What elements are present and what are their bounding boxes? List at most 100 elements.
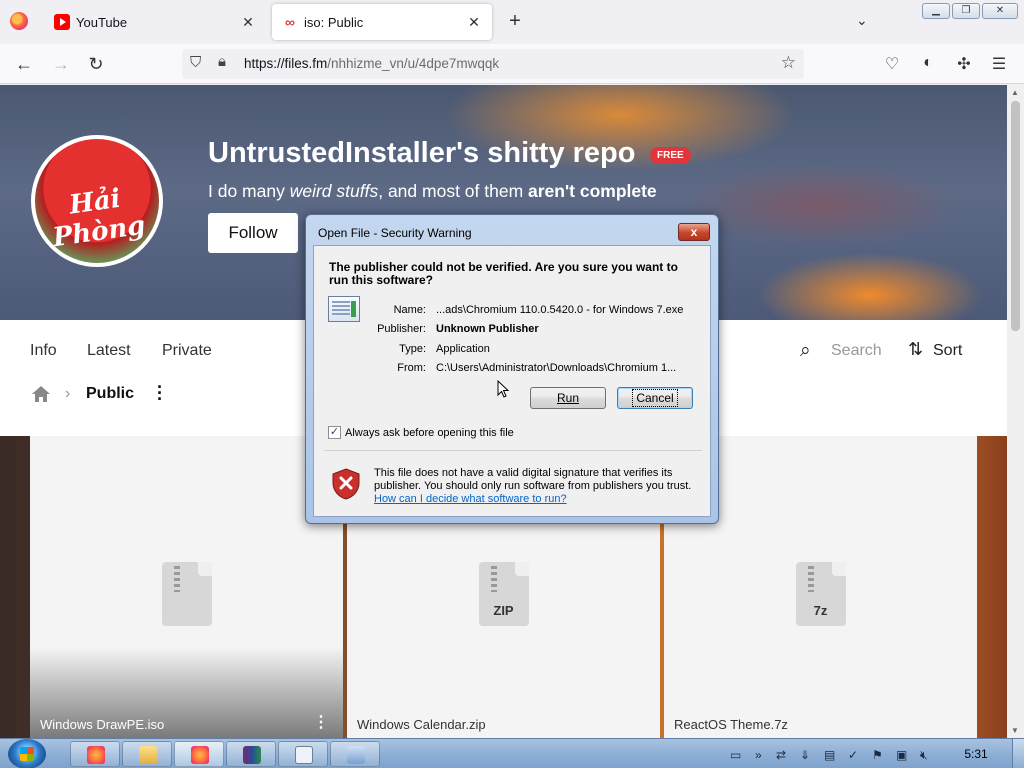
flag-icon[interactable]: ⚑ [872, 748, 883, 762]
cancel-button[interactable]: Cancel [617, 387, 693, 409]
field-value: Unknown Publisher [436, 323, 539, 335]
dialog-close-button[interactable]: x [678, 223, 710, 241]
more-options-icon[interactable]: · · · [155, 378, 165, 408]
file-name[interactable]: Windows DrawPE.iso [40, 717, 164, 732]
search-icon[interactable]: ⌕ [800, 340, 811, 362]
tagline-bold: aren't complete [528, 181, 657, 201]
avatar[interactable]: Hải Phòng [31, 135, 163, 267]
security-icon[interactable]: ✓ [848, 748, 858, 762]
archive-icon [243, 746, 261, 764]
chevron-right-icon: › [65, 385, 71, 402]
taskbar-firefox[interactable] [70, 741, 120, 767]
firefox-icon [87, 746, 105, 764]
home-icon[interactable] [31, 384, 51, 404]
field-value: C:\Users\Administrator\Downloads\Chromiu… [436, 362, 677, 374]
more-options-icon[interactable]: ⋮ [313, 712, 329, 732]
breadcrumb[interactable]: Public [86, 385, 134, 403]
list-tabs-icon[interactable]: ⌄ [856, 12, 868, 29]
display-icon[interactable]: ▣ [896, 748, 907, 762]
security-warning-dialog: Open File - Security Warning x The publi… [305, 214, 719, 524]
taskbar-explorer[interactable] [122, 741, 172, 767]
firefox-icon[interactable] [10, 12, 28, 30]
field-label: Name: [393, 304, 426, 316]
always-ask-checkbox[interactable]: ✓ [328, 426, 341, 439]
field-value: ...ads\Chromium 110.0.5420.0 - for Windo… [436, 304, 684, 316]
file-name[interactable]: ReactOS Theme.7z [674, 717, 788, 732]
back-icon[interactable]: ← [13, 53, 35, 75]
dialog-body: The publisher could not be verified. Are… [313, 245, 711, 517]
follow-button[interactable]: Follow [208, 213, 298, 253]
url-text: https://files.fm/nhhizme_vn/u/4dpe7mwqqk [244, 56, 499, 71]
tab-label: iso: Public [304, 14, 364, 30]
new-tab-button[interactable]: + [505, 10, 525, 33]
file-card[interactable]: Windows DrawPE.iso ⋮ [30, 436, 343, 738]
help-link[interactable]: How can I decide what software to run? [374, 493, 567, 505]
url-path: /nhhizme_vn/u/4dpe7mwqqk [327, 56, 500, 71]
file-name[interactable]: Windows Calendar.zip [357, 717, 486, 732]
scrollbar-thumb[interactable] [1011, 101, 1020, 331]
desktop-icon[interactable]: ▭ [730, 748, 741, 762]
taskbar-notepad[interactable] [278, 741, 328, 767]
page-title: UntrustedInstaller's shitty repo [208, 137, 636, 169]
address-bar[interactable]: ⛉ 🔒︎ https://files.fm/nhhizme_vn/u/4dpe7… [182, 49, 804, 79]
firefox-icon [191, 746, 209, 764]
scroll-down-icon[interactable]: ▼ [1011, 726, 1019, 735]
field-label: Type: [399, 343, 426, 355]
tab-latest[interactable]: Latest [87, 342, 131, 360]
taskbar-winrar[interactable] [226, 741, 276, 767]
taskbar-firefox-active[interactable] [174, 741, 224, 767]
menu-icon[interactable]: ☰ [989, 54, 1009, 74]
warning-text-block: This file does not have a valid digital … [374, 467, 694, 506]
warning-message: This file does not have a valid digital … [374, 467, 692, 492]
lock-icon[interactable]: 🔒︎ [218, 53, 226, 70]
start-button[interactable] [8, 739, 46, 768]
sort-button[interactable]: Sort [933, 342, 962, 360]
close-window-button[interactable]: ✕ [982, 3, 1018, 19]
tagline-part: , and most of them [378, 181, 529, 201]
volume-muted-icon[interactable]: 🔇︎ [920, 748, 928, 763]
tab-youtube[interactable]: YouTube ✕ [44, 4, 266, 40]
bookmark-star-icon[interactable]: ☆ [781, 53, 796, 73]
close-tab-icon[interactable]: ✕ [466, 14, 482, 31]
restore-button[interactable]: ❐ [952, 3, 980, 19]
scroll-up-icon[interactable]: ▲ [1011, 88, 1019, 97]
run-button[interactable]: Run [530, 387, 606, 409]
tracking-protection-icon[interactable]: ⛉ [190, 54, 201, 71]
clock[interactable]: 5:31 [956, 747, 996, 761]
shield-warning-icon [332, 468, 360, 500]
status-badge: FREE [650, 147, 691, 164]
chevron-right-icon[interactable]: » [755, 748, 762, 762]
field-label: From: [397, 362, 426, 374]
checkbox-label[interactable]: Always ask before opening this file [345, 427, 514, 439]
cancel-label: Cancel [632, 389, 678, 407]
forward-icon[interactable]: → [50, 53, 72, 75]
folder-icon [139, 746, 157, 764]
taskbar-installer[interactable] [330, 741, 380, 767]
tab-private[interactable]: Private [162, 342, 212, 360]
document-icon[interactable]: ▤ [824, 748, 835, 762]
minimize-button[interactable]: ▁ [922, 3, 950, 19]
taskbar: ▭ » ⇄ ⇓ ▤ ✓ ⚑ ▣ 🔇︎ 5:31 [0, 738, 1024, 768]
account-icon[interactable]: ◐ [918, 54, 938, 72]
sort-icon[interactable]: ⇅ [908, 339, 923, 360]
download-icon[interactable]: ⇓ [800, 748, 810, 762]
avatar-logo-text: Hải Phòng [50, 183, 148, 254]
extensions-icon[interactable]: ✣ [954, 54, 974, 74]
tab-label: YouTube [76, 14, 128, 30]
reload-icon[interactable]: ↻ [85, 53, 107, 75]
youtube-icon [54, 14, 70, 30]
network-icon[interactable]: ⇄ [776, 748, 786, 762]
close-tab-icon[interactable]: ✕ [240, 14, 256, 31]
show-desktop-button[interactable] [1012, 739, 1024, 768]
tab-iso-public[interactable]: ∞ iso: Public ✕ [272, 4, 492, 40]
file-type-label: ZIP [493, 603, 514, 618]
mouse-cursor-icon [497, 380, 509, 398]
page-scrollbar[interactable]: ▲ ▼ [1007, 85, 1024, 738]
profile-tagline: I do many weird stuffs, and most of them… [208, 181, 657, 202]
tab-bar: YouTube ✕ ∞ iso: Public ✕ + ⌄ ▁ ❐ ✕ [0, 0, 1024, 44]
search-button[interactable]: Search [831, 342, 882, 360]
url-host: https://files.fm [244, 56, 328, 71]
tab-info[interactable]: Info [30, 342, 57, 360]
pocket-icon[interactable]: ♡ [882, 54, 902, 74]
installer-icon [347, 746, 365, 764]
